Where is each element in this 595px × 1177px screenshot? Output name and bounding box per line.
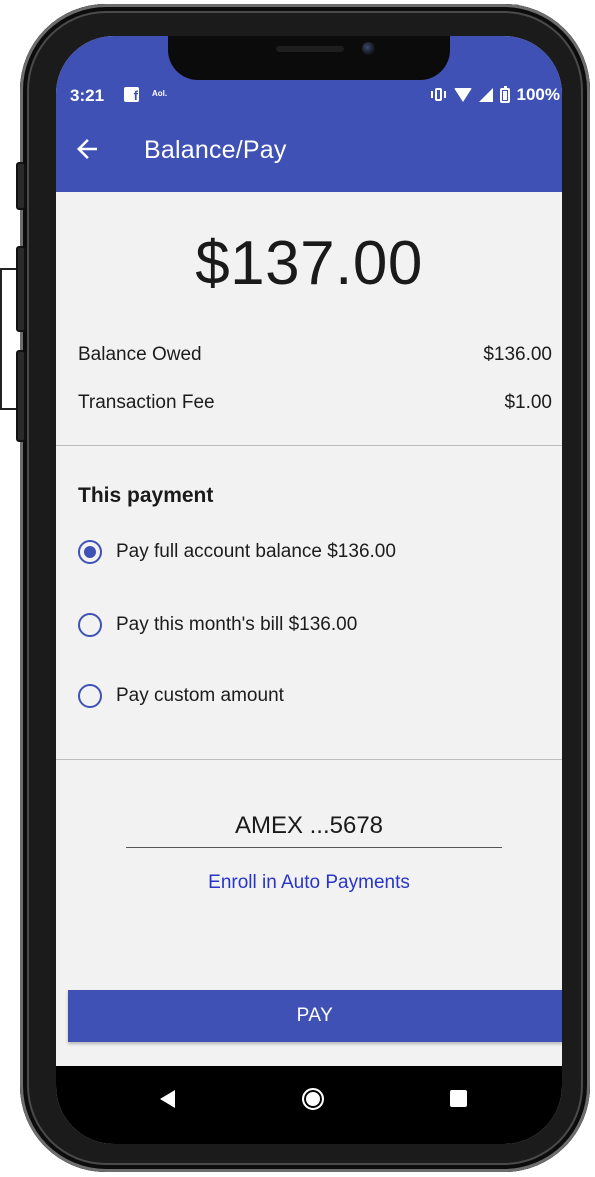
side-button-top: [16, 162, 26, 210]
battery-percent: 100%: [516, 85, 560, 104]
system-nav-bar: [56, 1066, 562, 1144]
facebook-icon: f: [124, 87, 139, 102]
card-underline: [126, 847, 502, 848]
option-full-balance-label: Pay full account balance $136.00: [116, 541, 396, 562]
balance-owed-value: $136.00: [483, 344, 552, 365]
notch: [168, 36, 450, 80]
status-indicators: 100%: [430, 85, 560, 105]
option-monthly-bill[interactable]: Pay this month's bill $136.00: [78, 613, 357, 637]
divider: [56, 759, 562, 760]
pay-button[interactable]: PAY: [68, 990, 562, 1042]
radio-monthly-bill[interactable]: [78, 613, 102, 637]
card-selector[interactable]: AMEX ...5678: [56, 812, 562, 840]
transaction-fee-label: Transaction Fee: [78, 392, 215, 413]
transaction-fee-value: $1.00: [504, 392, 552, 413]
enroll-auto-payments-link[interactable]: Enroll in Auto Payments: [56, 872, 562, 894]
aol-icon: Aol.: [152, 89, 168, 98]
battery-icon: [499, 85, 510, 103]
divider: [56, 445, 562, 446]
vibrate-icon: [430, 87, 447, 103]
option-custom-amount[interactable]: Pay custom amount: [78, 684, 284, 708]
total-amount: $137.00: [195, 229, 423, 298]
nav-recents-icon[interactable]: [450, 1090, 467, 1107]
transaction-fee-row: Transaction Fee $1.00: [78, 392, 552, 414]
option-full-balance[interactable]: Pay full account balance $136.00: [78, 540, 396, 564]
front-camera-icon: [362, 42, 375, 55]
phone-screen: 3:21 f Aol. 100% Balance/Pay $137.00 Bal…: [56, 36, 562, 1144]
volume-up-button: [16, 246, 26, 332]
nav-home-icon[interactable]: [302, 1088, 324, 1110]
page-title: Balance/Pay: [144, 136, 287, 164]
balance-owed-row: Balance Owed $136.00: [78, 344, 552, 366]
balance-owed-label: Balance Owed: [78, 344, 202, 365]
arrow-left-icon[interactable]: [72, 134, 102, 164]
radio-full-balance[interactable]: [78, 540, 102, 564]
volume-down-button: [16, 350, 26, 442]
signal-icon: [478, 88, 493, 102]
option-custom-amount-label: Pay custom amount: [116, 685, 284, 706]
section-title-this-payment: This payment: [78, 484, 214, 507]
status-time: 3:21: [70, 86, 105, 105]
speaker-grill: [276, 46, 344, 52]
nav-back-icon[interactable]: [160, 1090, 175, 1108]
option-monthly-bill-label: Pay this month's bill $136.00: [116, 614, 358, 635]
wifi-icon: [453, 88, 472, 102]
radio-custom-amount[interactable]: [78, 684, 102, 708]
